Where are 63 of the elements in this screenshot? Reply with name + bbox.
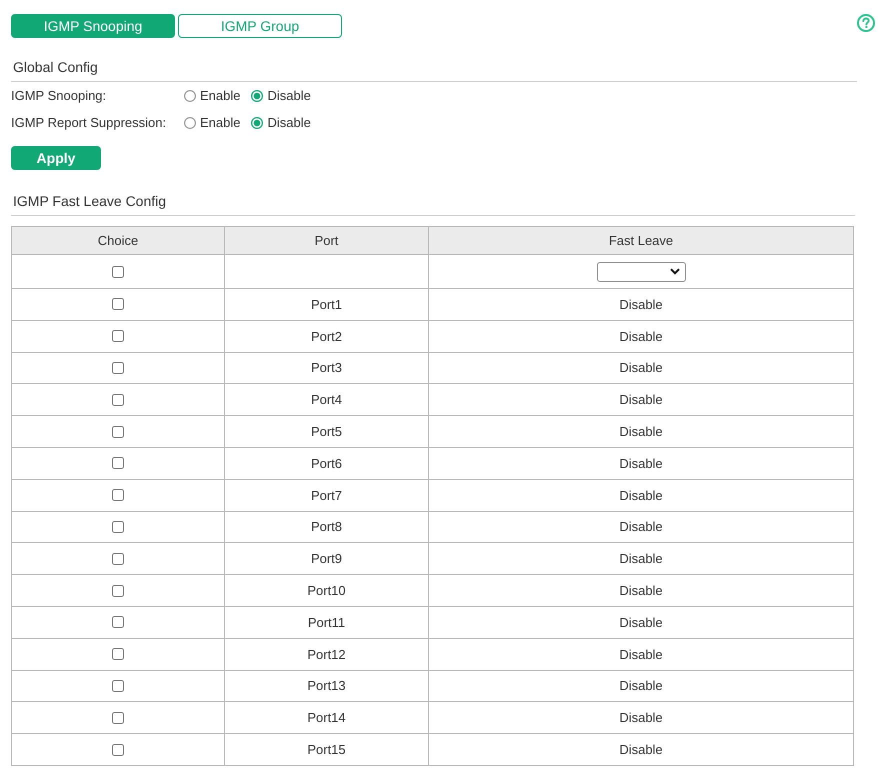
checkbox[interactable] <box>112 394 124 406</box>
checkbox[interactable] <box>112 616 124 628</box>
table-cell: Disable <box>428 352 854 384</box>
column-header: Port <box>224 226 428 254</box>
dropdown[interactable] <box>596 262 686 282</box>
checkbox[interactable] <box>112 298 124 310</box>
table-cell: Port6 <box>224 447 428 480</box>
table-cell: Disable <box>428 670 854 702</box>
checkbox[interactable] <box>112 712 124 724</box>
setting-label: IGMP Snooping: <box>11 88 108 103</box>
column-header: Choice <box>12 226 224 254</box>
table-cell: Port10 <box>224 574 428 606</box>
table-cell: Port11 <box>224 606 428 638</box>
setting-label: IGMP Report Suppression: <box>11 115 168 130</box>
table-cell: Disable <box>428 320 854 352</box>
table-cell: Port13 <box>224 670 428 702</box>
caret-icon <box>670 268 680 275</box>
checkbox[interactable] <box>112 426 124 438</box>
table-cell: Port9 <box>224 542 428 575</box>
checkbox[interactable] <box>112 520 124 533</box>
option-label[interactable]: Disable <box>267 115 311 130</box>
table-cell: Disable <box>428 511 854 543</box>
radio-button[interactable] <box>251 90 264 102</box>
section-title: IGMP Fast Leave Config <box>11 191 855 216</box>
checkbox[interactable] <box>112 584 124 597</box>
checkbox[interactable] <box>112 680 124 692</box>
table-cell: Port5 <box>224 416 428 448</box>
table-cell: Port2 <box>224 320 428 352</box>
checkbox[interactable] <box>112 330 124 342</box>
table-cell: Disable <box>428 447 854 480</box>
table-cell: Disable <box>428 416 854 448</box>
table-cell: Port4 <box>224 384 428 416</box>
table-cell: Port7 <box>224 479 428 512</box>
section-title: Global Config <box>11 57 857 82</box>
option-label[interactable]: Enable <box>200 115 240 130</box>
checkbox[interactable] <box>112 362 124 374</box>
radio-button[interactable] <box>184 116 196 128</box>
table-cell: Port12 <box>224 638 428 670</box>
table-cell: Disable <box>428 479 854 512</box>
table-cell: Disable <box>428 288 854 320</box>
table-cell: Disable <box>428 606 854 638</box>
table-cell: Disable <box>428 734 854 766</box>
table-cell: Port14 <box>224 702 428 734</box>
radio-button[interactable] <box>251 116 264 128</box>
table-cell: Port8 <box>224 511 428 543</box>
checkbox[interactable] <box>112 266 124 278</box>
table-cell: Disable <box>428 384 854 416</box>
checkbox[interactable] <box>112 457 124 470</box>
option-label[interactable]: Enable <box>200 88 240 103</box>
column-header: Fast Leave <box>428 226 854 254</box>
table-cell: Disable <box>428 702 854 734</box>
radio-button[interactable] <box>184 90 196 102</box>
table-cell: Port3 <box>224 352 428 384</box>
table-cell: Disable <box>428 574 854 606</box>
checkbox[interactable] <box>112 489 124 502</box>
checkbox[interactable] <box>112 552 124 565</box>
table-cell: Disable <box>428 542 854 575</box>
checkbox[interactable] <box>112 648 124 660</box>
checkbox[interactable] <box>112 744 124 756</box>
table-cell: Disable <box>428 638 854 670</box>
table-cell: Port1 <box>224 288 428 320</box>
table-cell: Port15 <box>224 734 428 766</box>
option-label[interactable]: Disable <box>267 88 311 103</box>
